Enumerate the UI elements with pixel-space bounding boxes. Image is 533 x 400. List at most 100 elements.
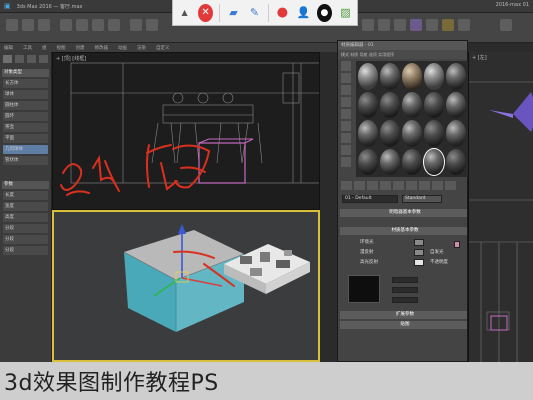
maps-header[interactable]: 贴图 <box>340 321 467 329</box>
video-check-icon[interactable] <box>341 109 351 119</box>
diffuse-color-swatch[interactable] <box>414 249 424 256</box>
material-slot[interactable] <box>446 91 466 118</box>
parameters-header[interactable]: 参数 <box>2 181 49 189</box>
material-slot-selected[interactable] <box>423 147 445 176</box>
hierarchy-tab-icon[interactable] <box>27 55 36 63</box>
top-viewport[interactable]: + [顶] [线框] <box>52 52 320 210</box>
specular-level-field[interactable] <box>392 277 418 283</box>
render-setup-icon[interactable] <box>426 19 438 31</box>
material-name-field[interactable]: 01 - Default <box>342 195 398 203</box>
material-editor-menu[interactable]: 模式 材质 导航 选项 实用程序 <box>338 50 467 59</box>
basic-params-header[interactable]: 材质基本参数 <box>340 227 467 235</box>
record-icon[interactable]: ● <box>275 4 290 22</box>
material-slot[interactable] <box>380 120 400 147</box>
unique-icon[interactable] <box>393 181 404 190</box>
curve-editor-icon[interactable] <box>394 19 406 31</box>
material-slot[interactable] <box>380 63 400 90</box>
redo-icon[interactable] <box>22 19 34 31</box>
image-icon[interactable]: ▨ <box>338 4 353 22</box>
create-tab-icon[interactable] <box>3 55 12 63</box>
perspective-viewport[interactable]: 小平 <box>52 210 320 362</box>
soften-field[interactable] <box>392 297 418 303</box>
menu-item[interactable]: 渲染 <box>137 45 146 51</box>
shader-basic-params-header[interactable]: 明暗器基本参数 <box>340 209 467 217</box>
material-slot[interactable] <box>446 148 466 175</box>
modify-tab-icon[interactable] <box>15 55 24 63</box>
object-type-button[interactable]: 圆环 <box>3 112 48 121</box>
undo-icon[interactable] <box>6 19 18 31</box>
extended-params-header[interactable]: 扩展参数 <box>340 311 467 319</box>
align-icon[interactable] <box>362 19 374 31</box>
select-by-material-icon[interactable] <box>341 145 351 155</box>
menu-item[interactable]: 自定义 <box>156 45 170 51</box>
material-slot[interactable] <box>424 91 444 118</box>
material-slot[interactable] <box>424 63 444 90</box>
glossiness-field[interactable] <box>392 287 418 293</box>
material-slot[interactable] <box>446 63 466 90</box>
menu-item[interactable]: 编辑 <box>4 45 13 51</box>
material-slot[interactable] <box>402 120 422 147</box>
param-row[interactable]: 分段 <box>3 224 48 233</box>
object-type-button[interactable]: 长方体 <box>3 79 48 88</box>
ambient-color-swatch[interactable] <box>414 239 424 246</box>
material-slot[interactable] <box>358 91 378 118</box>
menu-item[interactable]: 视图 <box>57 45 66 51</box>
move-icon[interactable] <box>76 19 88 31</box>
object-type-button[interactable]: 茶壶 <box>3 123 48 132</box>
param-row[interactable]: 分段 <box>3 246 48 255</box>
go-parent-icon[interactable] <box>445 181 456 190</box>
material-slot[interactable] <box>402 63 422 90</box>
scale-icon[interactable] <box>108 19 120 31</box>
circle-icon[interactable]: ● <box>316 3 332 22</box>
layer-icon[interactable] <box>378 19 390 31</box>
map-button-pink[interactable] <box>454 241 460 248</box>
object-type-button[interactable]: 平面 <box>3 134 48 143</box>
object-type-header[interactable]: 对象类型 <box>2 69 49 77</box>
object-type-button[interactable]: 管状体 <box>3 156 48 165</box>
mirror-icon[interactable] <box>146 19 158 31</box>
app-logo-icon[interactable]: ▣ <box>4 2 11 10</box>
select-icon[interactable] <box>60 19 72 31</box>
show-map-icon[interactable] <box>432 181 443 190</box>
options-icon[interactable] <box>341 133 351 143</box>
material-slot[interactable] <box>380 91 400 118</box>
close-icon[interactable]: ✕ <box>198 3 214 22</box>
menu-item[interactable]: 修改器 <box>95 45 109 51</box>
user-icon[interactable]: 👤 <box>296 4 311 22</box>
object-type-button[interactable]: 球体 <box>3 90 48 99</box>
param-row[interactable]: 高度 <box>3 213 48 222</box>
param-row[interactable]: 长度 <box>3 191 48 200</box>
motion-tab-icon[interactable] <box>39 55 48 63</box>
collapse-arrow-icon[interactable]: ▲ <box>177 4 192 22</box>
material-slot[interactable] <box>402 91 422 118</box>
effect-channel-icon[interactable] <box>419 181 430 190</box>
material-type-button[interactable]: Standard <box>402 195 442 203</box>
reset-material-icon[interactable] <box>367 181 378 190</box>
preview-icon[interactable] <box>341 121 351 131</box>
sample-type-icon[interactable] <box>341 61 351 71</box>
object-type-button-selected[interactable]: 几何球体 <box>3 145 48 154</box>
get-material-icon[interactable] <box>341 181 352 190</box>
material-slot[interactable] <box>424 120 444 147</box>
put-library-icon[interactable] <box>406 181 417 190</box>
menu-item[interactable]: 工具 <box>23 45 32 51</box>
render-icon[interactable] <box>442 19 454 31</box>
param-row[interactable]: 宽度 <box>3 202 48 211</box>
material-slot[interactable] <box>402 148 422 175</box>
render-frame-icon[interactable] <box>458 19 470 31</box>
specular-color-swatch[interactable] <box>414 259 424 266</box>
left-viewport[interactable]: + [左] <box>468 52 533 362</box>
assign-material-icon[interactable] <box>354 181 365 190</box>
link-icon[interactable] <box>38 19 50 31</box>
copy-material-icon[interactable] <box>380 181 391 190</box>
pen-icon[interactable]: ✎ <box>247 4 262 22</box>
object-type-button[interactable]: 圆柱体 <box>3 101 48 110</box>
help-icon[interactable] <box>500 19 512 31</box>
param-row[interactable]: 分段 <box>3 235 48 244</box>
material-slot[interactable] <box>380 148 400 175</box>
material-slot[interactable] <box>358 120 378 147</box>
snap-icon[interactable] <box>130 19 142 31</box>
material-editor-icon[interactable] <box>410 19 422 31</box>
material-slot[interactable] <box>446 120 466 147</box>
material-slot[interactable] <box>358 148 378 175</box>
